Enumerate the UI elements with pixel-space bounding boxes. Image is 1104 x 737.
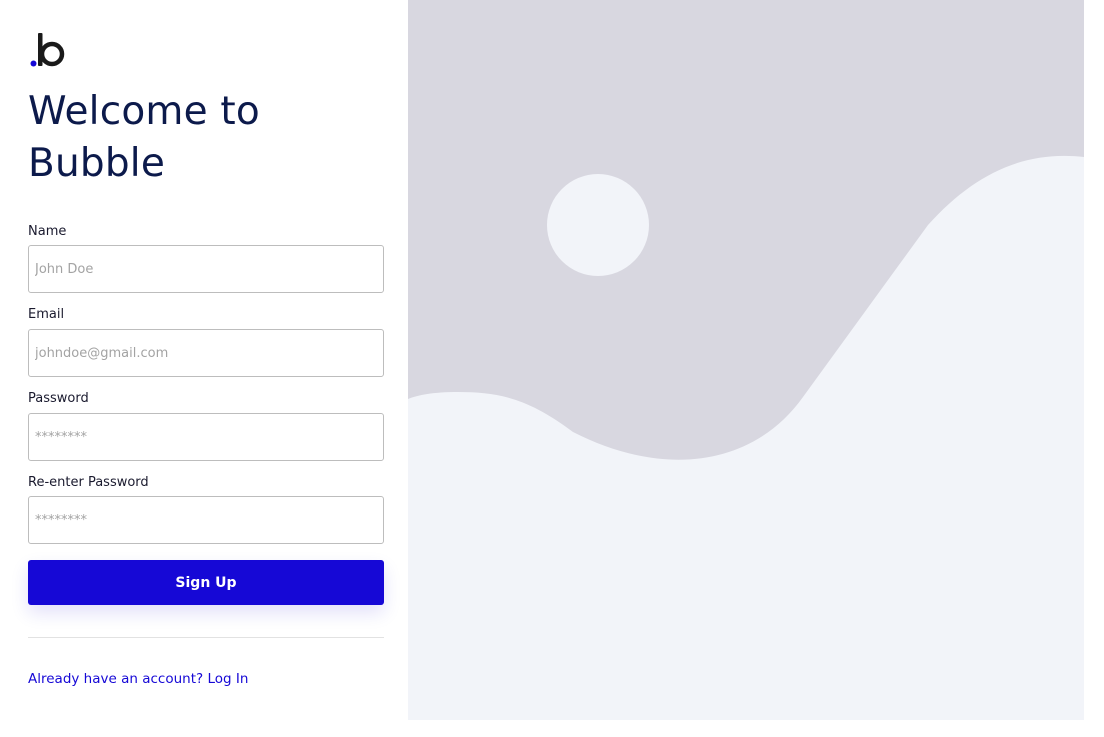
signup-panel: Welcome to Bubble Name Email Password Re… [0,0,408,737]
password-input[interactable] [28,413,384,461]
page-title: Welcome to Bubble [28,89,260,186]
bubble-logo [30,32,66,68]
confirm-password-input[interactable] [28,496,384,544]
name-input[interactable] [28,245,384,293]
confirm-password-label: Re-enter Password [28,475,149,490]
log-in-link[interactable]: Already have an account? Log In [28,671,248,687]
sign-up-button[interactable]: Sign Up [28,560,384,605]
name-label: Name [28,224,67,239]
divider [28,637,384,638]
email-input[interactable] [28,329,384,377]
bubble-logo-icon [30,33,65,67]
image-placeholder-icon [408,0,1084,720]
email-label: Email [28,307,65,322]
hero-image-placeholder [408,0,1084,720]
password-label: Password [28,391,89,406]
